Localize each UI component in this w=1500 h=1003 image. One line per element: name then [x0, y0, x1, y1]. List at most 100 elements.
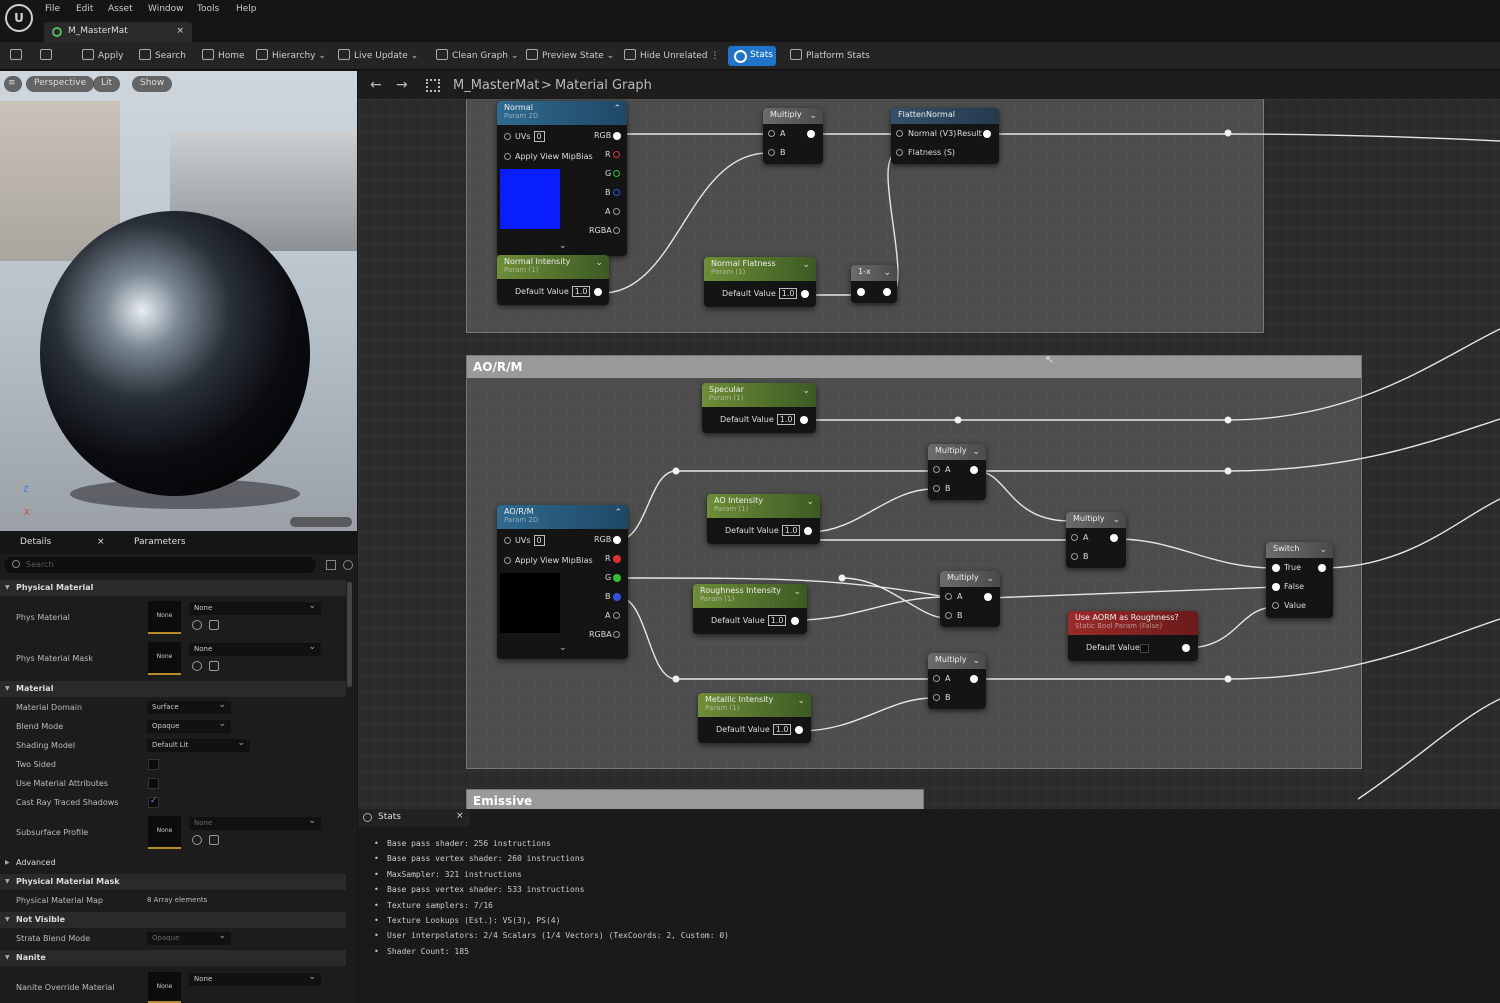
pin-b[interactable] [768, 149, 775, 156]
browse-folder-icon[interactable] [209, 835, 219, 845]
node-multiply[interactable]: Multiply ⌄ A B [928, 653, 986, 709]
close-tab-icon[interactable]: × [176, 26, 184, 36]
grid-view-icon[interactable] [326, 560, 336, 570]
cast-ray-traced-shadows-checkbox[interactable] [148, 796, 159, 808]
pin-out[interactable] [883, 288, 891, 296]
pin-g-out[interactable] [613, 574, 621, 582]
pin-rgb-out[interactable] [613, 536, 621, 544]
reroute-node[interactable] [672, 675, 680, 683]
pin-out[interactable] [1318, 564, 1326, 572]
chevron-down-icon[interactable]: ⌄ [595, 258, 603, 268]
pin-uvs[interactable] [504, 133, 511, 140]
shading-model-dropdown[interactable]: Default Lit [147, 738, 250, 752]
pin-a[interactable] [768, 130, 775, 137]
subsurface-profile-dropdown[interactable]: None [189, 816, 321, 830]
phys-material-thumbnail[interactable]: None [148, 601, 181, 634]
use-material-attributes-checkbox[interactable] [148, 778, 159, 789]
pin-out[interactable] [804, 527, 812, 535]
clean-graph-button[interactable]: Clean Graph ⌄ [436, 49, 518, 61]
node-flatten-normal[interactable]: FlattenNormal Normal (V3) Result Flatnes… [891, 108, 999, 164]
chevron-down-icon[interactable]: ⌄ [559, 643, 567, 653]
pin-rgba-out[interactable] [613, 227, 620, 234]
subsurface-profile-thumbnail[interactable]: None [148, 816, 181, 849]
reset-icon[interactable] [192, 661, 202, 671]
two-sided-checkbox[interactable] [148, 759, 159, 770]
preview-shape-icons[interactable] [290, 517, 352, 527]
section-physical-material-mask[interactable]: Physical Material Mask [0, 874, 346, 890]
pin-out[interactable] [1182, 644, 1190, 652]
tab-parameters[interactable]: Parameters [134, 537, 186, 547]
pin-r-out[interactable] [613, 151, 620, 158]
browse-folder-icon[interactable] [209, 620, 219, 630]
node-one-minus[interactable]: 1-x ⌄ [851, 265, 897, 303]
search-button[interactable]: Search [139, 49, 186, 61]
show-button[interactable]: Show [132, 76, 173, 92]
tab-details[interactable]: Details [20, 537, 51, 547]
menu-edit[interactable]: Edit [76, 4, 93, 14]
pin-flatness[interactable] [896, 149, 903, 156]
node-switch[interactable]: Switch ⌄ True False Value [1266, 542, 1333, 618]
pin-out[interactable] [970, 675, 978, 683]
browse-icon[interactable] [40, 49, 56, 61]
menu-window[interactable]: Window [148, 4, 184, 14]
hierarchy-button[interactable]: Hierarchy ⌄ [256, 49, 326, 61]
graph-hierarchy-icon[interactable] [426, 79, 440, 92]
reroute-node[interactable] [954, 416, 962, 424]
forward-arrow-icon[interactable]: → [396, 77, 408, 93]
node-multiply[interactable]: Multiply ⌄ A B [763, 108, 823, 164]
section-advanced[interactable]: Advanced [0, 855, 346, 871]
node-normal-texture[interactable]: Normal Param 2D ⌃ UVs 0 Apply View MipBias … [497, 101, 627, 256]
node-specular[interactable]: Specular Param (1) ⌄ Default Value 1.0 [702, 383, 816, 433]
details-search-input[interactable]: Search [4, 557, 316, 573]
section-not-visible[interactable]: Not Visible [0, 912, 346, 928]
lit-button[interactable]: Lit [93, 76, 121, 92]
apply-button[interactable]: Apply [82, 49, 123, 61]
node-ao-intensity[interactable]: AO Intensity Param (1) ⌄ Default Value 1.0 [707, 494, 820, 544]
node-normal-flatness[interactable]: Normal Flatness Param (1) ⌄ Default Value 1… [704, 257, 816, 307]
default-value-checkbox[interactable] [1140, 644, 1149, 653]
pin-out[interactable] [795, 726, 803, 734]
home-button[interactable]: Home [202, 49, 245, 61]
reroute-node[interactable] [838, 574, 846, 582]
pin-out[interactable] [791, 617, 799, 625]
node-roughness-intensity[interactable]: Roughness Intensity Param (1) ⌄ Default Va… [693, 584, 807, 634]
node-multiply[interactable]: Multiply ⌄ A B [940, 571, 1000, 627]
nanite-override-dropdown[interactable]: None [189, 972, 321, 986]
pin-out[interactable] [801, 290, 809, 298]
platform-stats-button[interactable]: Platform Stats [790, 49, 870, 61]
strata-blend-mode-dropdown[interactable]: Opaque [147, 931, 231, 945]
hide-unrelated-button[interactable]: Hide Unrelated ⋮ [624, 49, 719, 61]
section-nanite[interactable]: Nanite [0, 950, 346, 966]
preview-viewport[interactable]: ≡ Perspective Lit Show Z X [0, 71, 357, 531]
node-multiply[interactable]: Multiply ⌄ A B [1066, 512, 1126, 568]
details-scrollbar[interactable] [347, 582, 352, 687]
section-physical-material[interactable]: Physical Material [0, 580, 346, 596]
pin-rgba-out[interactable] [613, 631, 620, 638]
perspective-button[interactable]: Perspective [26, 76, 95, 92]
preview-state-button[interactable]: Preview State ⌄ [526, 49, 614, 61]
tab-stats[interactable]: Stats × [358, 809, 470, 827]
node-use-aorm-as-roughness[interactable]: Use AORM as Roughness? Static Bool Param … [1068, 611, 1198, 661]
back-arrow-icon[interactable]: ← [370, 77, 382, 93]
live-update-button[interactable]: Live Update ⌄ [338, 49, 418, 61]
phys-material-mask-thumbnail[interactable]: None [148, 642, 181, 675]
reset-icon[interactable] [192, 835, 202, 845]
pin-out[interactable] [807, 130, 815, 138]
chevron-down-icon[interactable]: ⌄ [559, 241, 567, 251]
pin-a-out[interactable] [613, 208, 620, 215]
pin-a-out[interactable] [613, 612, 620, 619]
reroute-node[interactable] [1224, 129, 1232, 137]
phys-material-dropdown[interactable]: None [189, 601, 321, 615]
chevron-up-icon[interactable]: ⌃ [613, 104, 621, 114]
material-graph-canvas[interactable]: AO/R/M Emissive Normal Param 2D ⌃ UVs 0 … [358, 99, 1500, 809]
section-material[interactable]: Material [0, 681, 346, 697]
stats-button[interactable]: Stats [728, 46, 776, 66]
save-icon[interactable] [10, 49, 26, 61]
breadcrumb-asset[interactable]: M_MasterMat [453, 78, 539, 93]
material-domain-dropdown[interactable]: Surface [147, 700, 231, 714]
reroute-node[interactable] [672, 467, 680, 475]
pin-in[interactable] [857, 288, 865, 296]
phys-material-mask-dropdown[interactable]: None [189, 642, 321, 656]
node-normal-intensity[interactable]: Normal Intensity Param (1) ⌄ Default Value… [497, 255, 609, 305]
reset-icon[interactable] [192, 620, 202, 630]
